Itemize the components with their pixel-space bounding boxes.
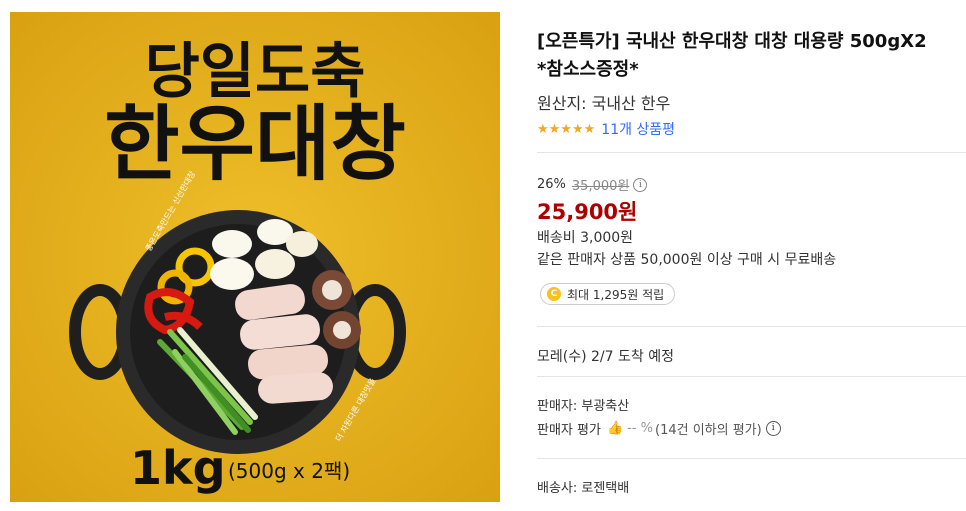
carrier-label: 배송사: 로젠택배 [537, 481, 630, 496]
seller-rating-label: 판매자 평가 [537, 423, 601, 438]
sale-price: 25,900원 [537, 200, 638, 224]
price-info-icon[interactable]: i [633, 177, 648, 192]
discount-row: 26% 35,000원 i [537, 175, 648, 194]
free-shipping-note: 같은 판매자 상품 50,000원 이상 구매 시 무료배송 [537, 252, 837, 268]
divider [537, 376, 966, 377]
weight-big: 1kg [130, 441, 226, 495]
seller-name: 판매자: 부광축산 [537, 399, 630, 414]
shipping-fee: 배송비 3,000원 [537, 230, 634, 246]
thumbs-up-icon: 👍 [606, 421, 624, 436]
product-image[interactable]: 당일도축 한우대창 좋은도축만드는 신선한대창 더 차원다른 대창맛을 1kg … [10, 12, 500, 502]
product-info: [오픈특가] 국내산 한우대창 대창 대용량 500gX2 *참소스증정* 원산… [537, 0, 966, 511]
divider [537, 326, 966, 327]
divider [537, 152, 966, 153]
review-count-link[interactable]: 11개 상품평 [601, 119, 675, 139]
seller-rating-row: 판매자 평가 👍 -- % (14건 이하의 평가) i [537, 419, 781, 438]
seller-rating-note: (14건 이하의 평가) [655, 423, 762, 438]
headline-main: 한우대창 [104, 97, 406, 192]
seller-rating-percent: -- % [627, 421, 653, 436]
weight-detail: (500g x 2팩) [228, 459, 350, 483]
divider [537, 458, 966, 459]
seller-info-icon[interactable]: i [765, 421, 781, 436]
coin-icon: C [547, 287, 561, 301]
original-price: 35,000원 [571, 179, 630, 194]
star-rating-icon: ★★★★★ [537, 121, 596, 137]
product-title: [오픈특가] 국내산 한우대창 대창 대용량 500gX2 *참소스증정* [537, 31, 927, 80]
origin-text: 원산지: 국내산 한우 [537, 94, 671, 113]
delivery-arrival: 모레(수) 2/7 도착 예정 [537, 349, 674, 365]
cash-reward-badge[interactable]: C 최대 1,295원 적립 [540, 283, 676, 305]
discount-rate: 26% [537, 177, 566, 192]
rating-row: ★★★★★ 11개 상품평 [537, 119, 675, 139]
cash-reward-text: 최대 1,295원 적립 [567, 287, 665, 302]
